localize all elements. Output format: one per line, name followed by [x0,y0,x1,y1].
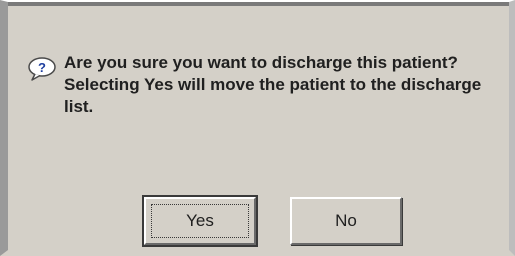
message-line-question: Are you sure you want to discharge this … [64,53,458,72]
dialog-message: ? Are you sure you want to discharge thi… [26,52,514,118]
discharge-confirm-dialog: ? Are you sure you want to discharge thi… [0,0,515,256]
message-text: Are you sure you want to discharge this … [64,52,514,118]
focus-rectangle [151,204,249,238]
message-line-info: Selecting Yes will move the patient to t… [64,75,482,116]
no-button-label: No [335,211,357,230]
no-button[interactable]: No [290,197,402,245]
question-icon: ? [26,56,60,82]
yes-button[interactable]: Yes [142,195,258,247]
svg-text:?: ? [38,60,46,75]
